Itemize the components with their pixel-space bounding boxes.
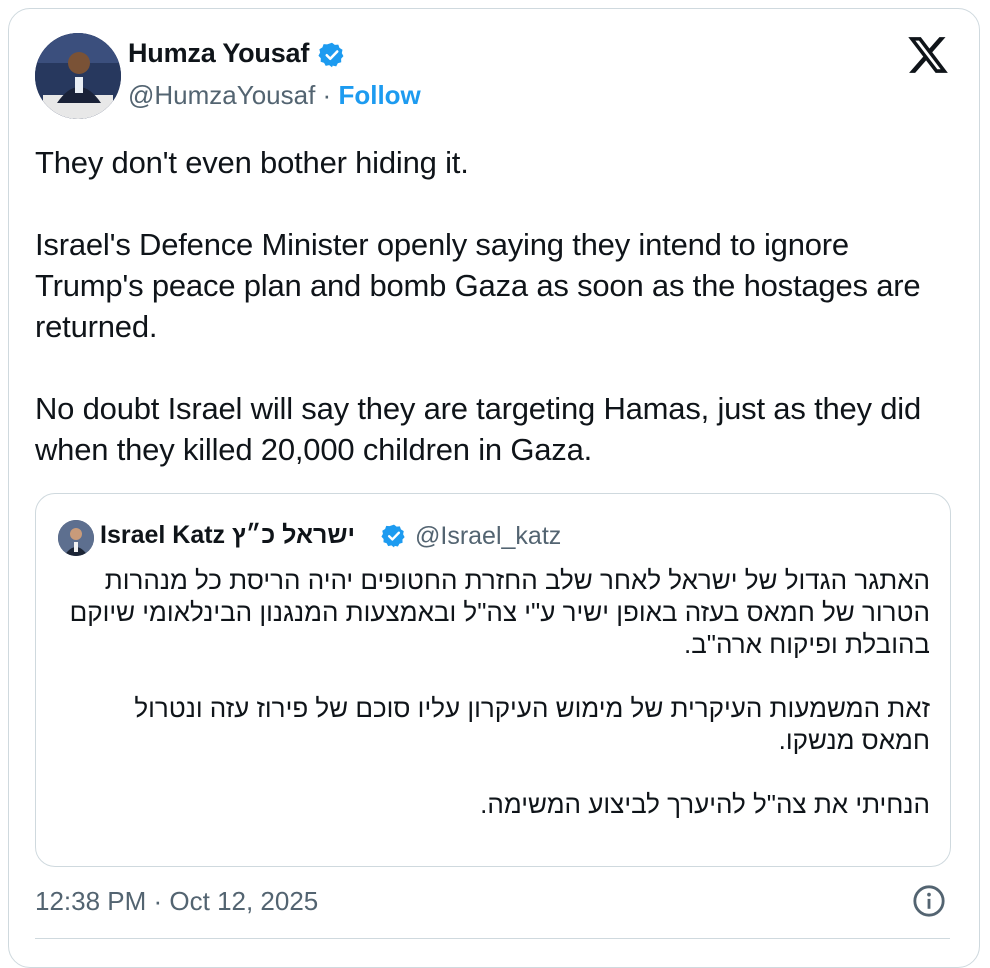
x-logo-icon[interactable] [906, 33, 950, 77]
tweet-text: They don't even bother hiding it. Israel… [35, 145, 922, 467]
author-handle-row: @HumzaYousaf · Follow [128, 80, 421, 111]
handle-separator: · [322, 80, 332, 110]
follow-button[interactable]: Follow [338, 80, 420, 110]
quoted-avatar-photo [58, 520, 94, 556]
author-avatar[interactable] [35, 33, 121, 119]
quoted-avatar[interactable] [58, 520, 94, 556]
tweet-timestamp[interactable]: 12:38 PM · Oct 12, 2025 [35, 886, 318, 917]
quoted-verified-badge-icon [381, 524, 405, 548]
quoted-tweet[interactable]: Israel Katz ישראל כ״ץ @Israel_katz האתגר… [35, 493, 951, 867]
verified-badge-icon [318, 42, 344, 68]
quoted-author-name[interactable]: Israel Katz ישראל כ״ץ [100, 521, 355, 550]
avatar-photo [35, 33, 121, 119]
author-name[interactable]: Humza Yousaf [128, 38, 309, 69]
quoted-author-handle[interactable]: @Israel_katz [415, 522, 561, 551]
author-handle[interactable]: @HumzaYousaf [128, 80, 315, 110]
quoted-tweet-text: האתגר הגדול של ישראל לאחר שלב החזרת החטו… [69, 565, 930, 819]
bottom-divider [35, 938, 950, 939]
info-icon[interactable] [912, 884, 946, 918]
